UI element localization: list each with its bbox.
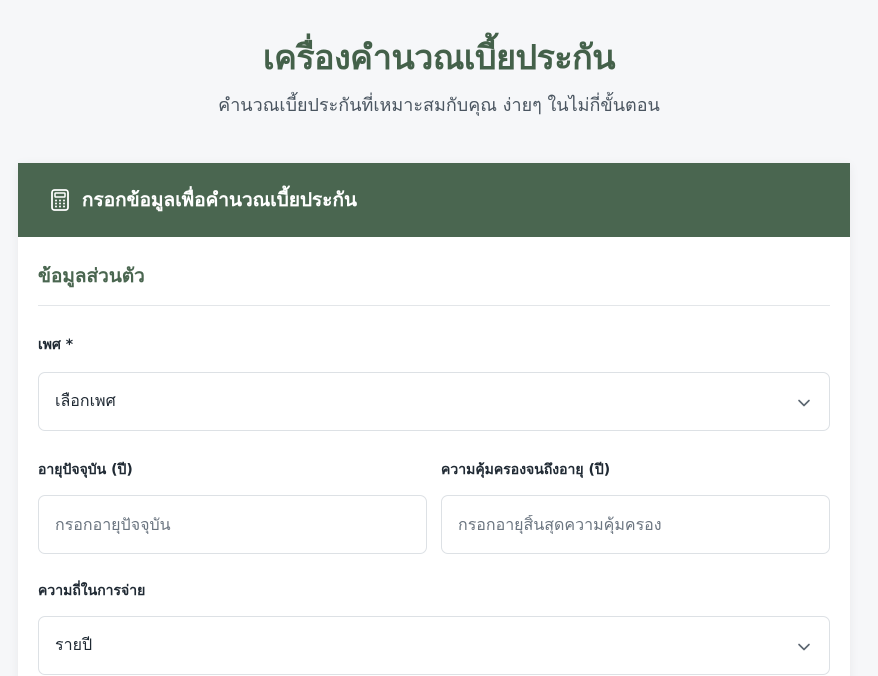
current-age-label: อายุปัจจุบัน (ปี)	[38, 462, 133, 478]
page-subtitle: คำนวณเบี้ยประกันที่เหมาะสมกับคุณ ง่ายๆ ใ…	[218, 95, 660, 116]
payment-frequency-select-value: รายปี	[55, 635, 93, 654]
age-fields-row: อายุปัจจุบัน (ปี) ความคุ้มครองจนถึงอายุ …	[38, 459, 830, 554]
payment-frequency-label: ความถี่ในการจ่าย	[38, 583, 146, 599]
section-title-personal-info: ข้อมูลส่วนตัว	[38, 261, 830, 306]
coverage-age-input[interactable]	[458, 515, 813, 534]
card-header: กรอกข้อมูลเพื่อคำนวณเบี้ยประกัน	[18, 163, 850, 237]
gender-select[interactable]: เลือกเพศ	[38, 372, 830, 431]
card-body: ข้อมูลส่วนตัว เพศ * เลือกเพศ อายุปัจจุบั…	[18, 237, 850, 675]
current-age-input[interactable]	[55, 515, 410, 534]
current-age-field-group: อายุปัจจุบัน (ปี)	[38, 459, 427, 554]
coverage-age-field-group: ความคุ้มครองจนถึงอายุ (ปี)	[441, 459, 830, 554]
coverage-age-input-box	[441, 495, 830, 554]
coverage-age-label: ความคุ้มครองจนถึงอายุ (ปี)	[441, 462, 611, 478]
payment-frequency-select[interactable]: รายปี	[38, 616, 830, 675]
calculator-icon	[50, 189, 70, 211]
card-header-title: กรอกข้อมูลเพื่อคำนวณเบี้ยประกัน	[82, 189, 357, 211]
gender-field-group: เพศ * เลือกเพศ	[38, 334, 830, 431]
current-age-input-box	[38, 495, 427, 554]
calculator-card: กรอกข้อมูลเพื่อคำนวณเบี้ยประกัน ข้อมูลส่…	[18, 163, 850, 676]
page-header: เครื่องคำนวณเบี้ยประกัน คำนวณเบี้ยประกัน…	[0, 0, 878, 118]
gender-select-value: เลือกเพศ	[55, 391, 116, 410]
chevron-down-icon	[797, 639, 811, 653]
page-title: เครื่องคำนวณเบี้ยประกัน	[263, 38, 615, 78]
payment-frequency-field-group: ความถี่ในการจ่าย รายปี	[38, 580, 830, 675]
chevron-down-icon	[797, 395, 811, 409]
gender-label: เพศ *	[38, 337, 74, 353]
